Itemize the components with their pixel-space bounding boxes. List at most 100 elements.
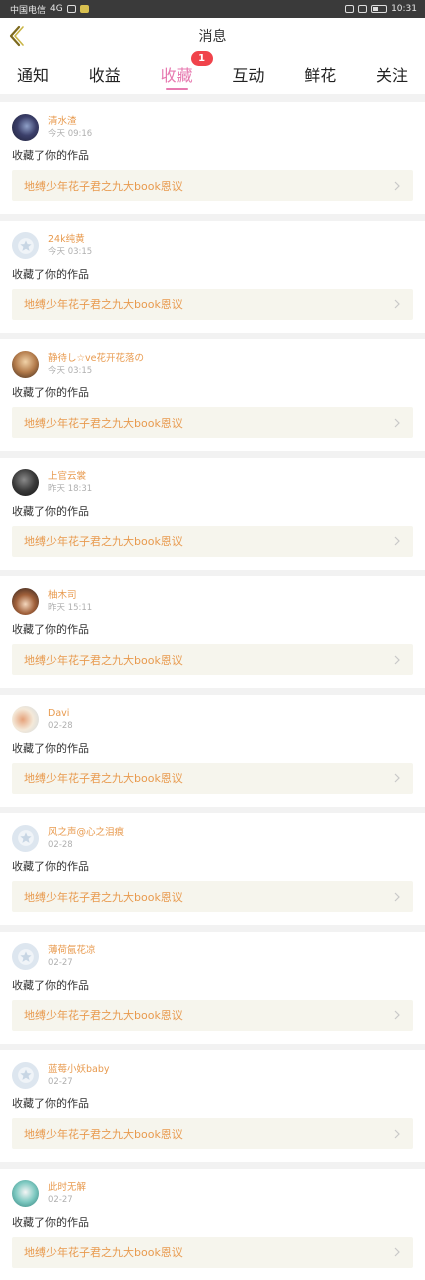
work-link[interactable]: 地缚少年花子君之九大book恩议	[12, 762, 413, 794]
work-title: 地缚少年花子君之九大book恩议	[24, 890, 183, 904]
chevron-right-icon	[394, 181, 400, 190]
header: 消息	[0, 18, 425, 54]
avatar[interactable]	[12, 350, 39, 378]
work-title: 地缚少年花子君之九大book恩议	[24, 535, 183, 548]
username[interactable]: 此时无解	[48, 1181, 86, 1194]
user-meta: 此时无解 02-27	[48, 1181, 86, 1206]
username[interactable]: Davi	[48, 707, 73, 720]
default-avatar-star-icon	[17, 1067, 34, 1083]
chevron-right-icon	[394, 418, 400, 427]
action-text: 收藏了你的作品	[12, 1097, 89, 1110]
list-item: 上官云裳 昨天 18:31 收藏了你的作品 地缚少年花子君之九大book恩议	[0, 457, 425, 570]
carrier-label: 中国电信	[10, 5, 47, 16]
eye-icon	[345, 5, 355, 13]
user-meta: 薄荷氤花凉 02-27	[48, 944, 96, 969]
timestamp: 昨天 15:11	[48, 602, 93, 613]
user-meta: 24k纯黄 今天 03:15	[48, 233, 92, 258]
action-text: 收藏了你的作品	[12, 860, 89, 873]
work-link[interactable]: 地缚少年花子君之九大book恩议	[12, 644, 413, 675]
work-title: 地缚少年花子君之九大book恩议	[24, 179, 183, 193]
work-link[interactable]: 地缚少年花子君之九大book恩议	[12, 407, 413, 438]
action-text: 收藏了你的作品	[12, 504, 89, 518]
list-item: 此时无解 02-27 收藏了你的作品 地缚少年花子君之九大book恩议	[0, 1168, 425, 1280]
username[interactable]: 清水渣	[48, 115, 92, 128]
timestamp: 02-28	[48, 721, 73, 731]
tab-label: 收藏	[160, 66, 193, 85]
user-meta: 柚木司 昨天 15:11	[48, 589, 92, 614]
tab-favorites[interactable]: 收藏 1	[160, 51, 213, 94]
tab-label: 互动	[232, 66, 265, 85]
username[interactable]: 薄荷氤花凉	[48, 944, 96, 957]
avatar[interactable]	[12, 824, 39, 852]
user-meta: 风之声@心之泪痕 02-28	[48, 826, 124, 851]
tab-bar: 通知 收益 收藏 1 互动 鲜花 关注	[0, 51, 425, 94]
chevron-right-icon	[394, 1010, 400, 1020]
avatar[interactable]	[12, 1180, 39, 1207]
user-meta: 蓝莓小妖baby 02-27	[48, 1063, 110, 1088]
work-title: 地缚少年花子君之九大book恩议	[24, 772, 183, 785]
avatar[interactable]	[12, 943, 39, 970]
list-item: 风之声@心之泪痕 02-28 收藏了你的作品 地缚少年花子君之九大book恩议	[0, 813, 425, 925]
work-title: 地缚少年花子君之九大book恩议	[24, 653, 183, 667]
work-title: 地缚少年花子君之九大book恩议	[24, 1009, 183, 1022]
username[interactable]: 蓝莓小妖baby	[48, 1063, 110, 1076]
action-text: 收藏了你的作品	[12, 741, 89, 755]
tab-flowers[interactable]: 鲜花	[304, 54, 336, 94]
list-item: Davi 02-28 收藏了你的作品 地缚少年花子君之九大book恩议	[0, 694, 425, 807]
list-item: 柚木司 昨天 15:11 收藏了你的作品 地缚少年花子君之九大book恩议	[0, 576, 425, 688]
work-title: 地缚少年花子君之九大book恩议	[24, 416, 183, 430]
work-title: 地缚少年花子君之九大book恩议	[24, 1246, 183, 1259]
username[interactable]: 风之声@心之泪痕	[48, 826, 124, 839]
default-avatar-star-icon	[17, 830, 34, 846]
message-list: 清水渣 今天 09:16 收藏了你的作品 地缚少年花子君之九大book恩议 24…	[0, 94, 425, 1280]
tab-following[interactable]: 关注	[376, 54, 408, 94]
action-text: 收藏了你的作品	[12, 149, 89, 162]
avatar[interactable]	[12, 113, 39, 141]
list-item: 静待し☆ve花开花落の 今天 03:15 收藏了你的作品 地缚少年花子君之九大b…	[0, 339, 425, 451]
tab-earnings[interactable]: 收益	[89, 54, 121, 94]
tab-notifications[interactable]: 通知	[17, 54, 49, 94]
list-item: 薄荷氤花凉 02-27 收藏了你的作品 地缚少年花子君之九大book恩议	[0, 931, 425, 1044]
unread-badge: 1	[190, 51, 213, 66]
user-row: Davi 02-28	[0, 706, 425, 734]
battery-icon	[371, 5, 388, 13]
user-row: 此时无解 02-27	[0, 1180, 425, 1208]
work-link[interactable]: 地缚少年花子君之九大book恩议	[12, 999, 413, 1031]
back-button[interactable]	[6, 24, 28, 48]
work-link[interactable]: 地缚少年花子君之九大book恩议	[12, 881, 413, 912]
tab-interactions[interactable]: 互动	[232, 54, 264, 94]
avatar[interactable]	[12, 706, 39, 733]
avatar[interactable]	[12, 1061, 39, 1089]
user-meta: 清水渣 今天 09:16	[48, 115, 92, 140]
work-link[interactable]: 地缚少年花子君之九大book恩议	[12, 1118, 413, 1149]
username[interactable]: 静待し☆ve花开花落の	[48, 352, 144, 365]
timestamp: 02-27	[48, 958, 73, 968]
action-text: 收藏了你的作品	[12, 623, 89, 636]
avatar[interactable]	[12, 469, 39, 496]
user-row: 风之声@心之泪痕 02-28	[0, 824, 425, 852]
work-link[interactable]: 地缚少年花子君之九大book恩议	[12, 525, 413, 557]
work-link[interactable]: 地缚少年花子君之九大book恩议	[12, 1236, 413, 1268]
work-link[interactable]: 地缚少年花子君之九大book恩议	[12, 288, 413, 320]
user-meta: 静待し☆ve花开花落の 今天 03:15	[48, 352, 144, 377]
username[interactable]: 24k纯黄	[48, 233, 92, 246]
username[interactable]: 上官云裳	[48, 470, 92, 483]
chevron-right-icon	[394, 1247, 400, 1257]
avatar[interactable]	[12, 232, 39, 259]
signal-icon	[66, 5, 76, 13]
user-row: 蓝莓小妖baby 02-27	[0, 1061, 425, 1089]
work-link[interactable]: 地缚少年花子君之九大book恩议	[12, 170, 413, 201]
timestamp: 02-28	[48, 839, 73, 850]
chevron-right-icon	[394, 892, 400, 901]
action-text: 收藏了你的作品	[12, 1215, 89, 1229]
user-meta: 上官云裳 昨天 18:31	[48, 470, 92, 495]
list-item: 清水渣 今天 09:16 收藏了你的作品 地缚少年花子君之九大book恩议	[0, 102, 425, 214]
default-avatar-star-icon	[17, 237, 34, 254]
work-title: 地缚少年花子君之九大book恩议	[24, 298, 183, 311]
username[interactable]: 柚木司	[48, 589, 92, 602]
user-row: 柚木司 昨天 15:11	[0, 587, 425, 615]
avatar[interactable]	[12, 587, 39, 615]
user-row: 24k纯黄 今天 03:15	[0, 232, 425, 260]
network-label: 4G	[50, 4, 63, 14]
tab-label: 鲜花	[304, 66, 337, 85]
